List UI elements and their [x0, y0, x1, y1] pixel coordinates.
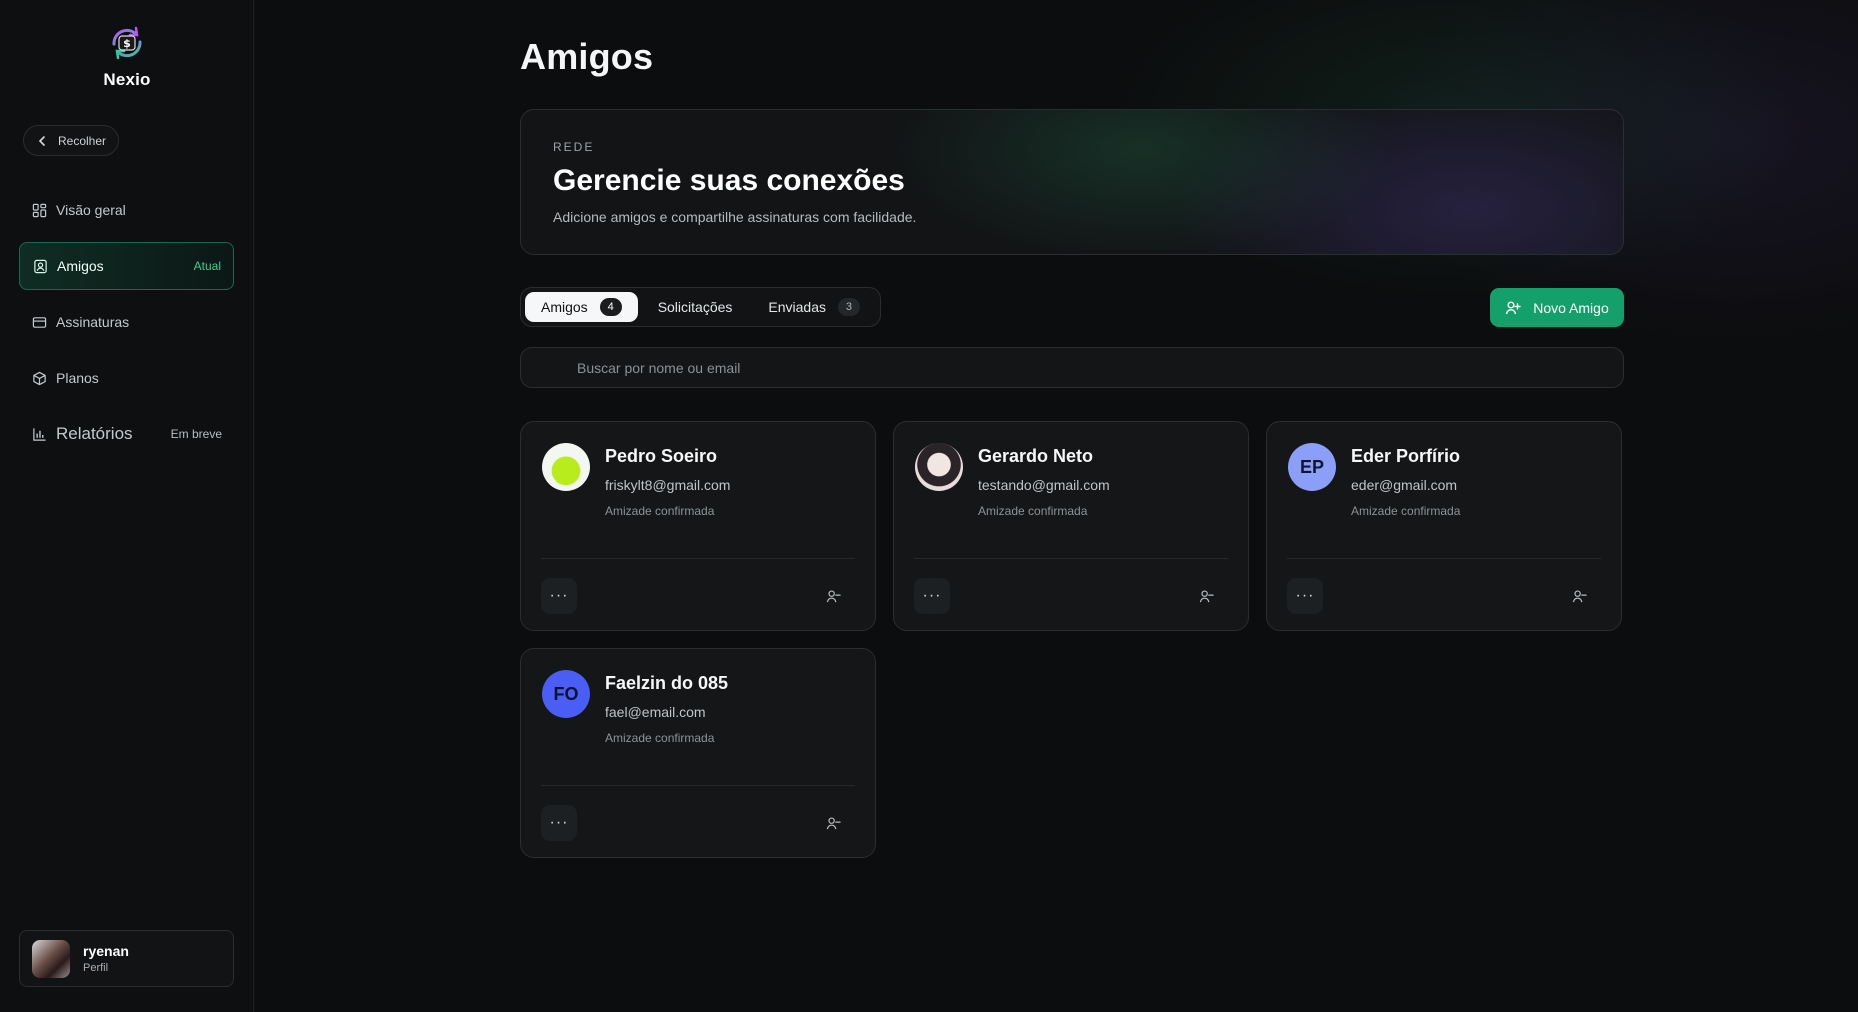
- new-friend-label: Novo Amigo: [1533, 299, 1609, 316]
- collapse-label: Recolher: [58, 133, 107, 148]
- tab-count-badge: 4: [599, 298, 622, 316]
- hero-subtitle: Adicione amigos e compartilhe assinatura…: [553, 209, 917, 225]
- dashboard-icon: [31, 202, 47, 218]
- sidebar-item-label: Assinaturas: [56, 314, 130, 330]
- svg-text:$: $: [123, 37, 131, 50]
- friend-status: Amizade confirmada: [605, 504, 715, 518]
- friend-name: Gerardo Neto: [978, 446, 1094, 466]
- search-input[interactable]: [577, 348, 1623, 387]
- sidebar-item-visao-geral[interactable]: Visão geral: [19, 186, 234, 234]
- sidebar-item-label: Visão geral: [56, 202, 126, 218]
- credit-card-icon: [31, 314, 47, 330]
- sidebar-item-relatorios[interactable]: Relatórios Em breve: [19, 410, 234, 458]
- avatar: [915, 443, 963, 491]
- divider: [914, 558, 1228, 559]
- user-plus-icon: [1506, 301, 1521, 314]
- search-bar: [520, 347, 1624, 388]
- more-options-button[interactable]: ···: [541, 805, 577, 841]
- friend-email: fael@email.com: [605, 704, 706, 720]
- tab-label: Amigos: [541, 299, 588, 315]
- divider: [541, 558, 855, 559]
- friend-email: eder@gmail.com: [1351, 477, 1458, 493]
- avatar: EP: [1288, 443, 1336, 491]
- friend-name: Faelzin do 085: [605, 673, 729, 693]
- brand: $ Nexio: [0, 22, 254, 90]
- user-minus-icon: [1572, 589, 1587, 602]
- hero-title: Gerencie suas conexões: [553, 164, 905, 197]
- tab-amigos[interactable]: Amigos 4: [525, 292, 638, 322]
- more-options-button[interactable]: ···: [541, 578, 577, 614]
- tab-bar: Amigos 4 Solicitações Enviadas 3: [520, 287, 881, 327]
- hero-kicker: REDE: [553, 140, 595, 154]
- friend-email: testando@gmail.com: [978, 477, 1110, 493]
- remove-friend-button[interactable]: [1565, 582, 1593, 610]
- new-friend-button[interactable]: Novo Amigo: [1490, 288, 1624, 327]
- friend-status: Amizade confirmada: [1351, 504, 1461, 518]
- divider: [1287, 558, 1601, 559]
- friend-card: Gerardo Neto testando@gmail.com Amizade …: [893, 421, 1249, 631]
- page-title: Amigos: [520, 36, 654, 77]
- sidebar-item-label: Relatórios: [56, 424, 133, 443]
- remove-friend-button[interactable]: [1192, 582, 1220, 610]
- ellipsis-icon: ···: [549, 814, 569, 831]
- remove-friend-button[interactable]: [819, 809, 847, 837]
- friend-status: Amizade confirmada: [978, 504, 1088, 518]
- friend-email: friskylt8@gmail.com: [605, 477, 731, 493]
- ellipsis-icon: ···: [549, 587, 569, 604]
- sidebar-item-amigos[interactable]: Amigos Atual: [19, 242, 234, 290]
- tab-enviadas[interactable]: Enviadas 3: [752, 292, 876, 322]
- brand-name: Nexio: [103, 70, 151, 89]
- tab-solicitacoes[interactable]: Solicitações: [642, 292, 749, 322]
- profile-card[interactable]: ryenan Perfil: [19, 930, 234, 987]
- sidebar-item-assinaturas[interactable]: Assinaturas: [19, 298, 234, 346]
- chevron-left-icon: [38, 135, 45, 146]
- friend-name: Eder Porfírio: [1351, 446, 1461, 466]
- avatar: [32, 939, 70, 978]
- bar-chart-icon: [31, 426, 47, 442]
- contacts-icon: [32, 258, 48, 274]
- sidebar-item-planos[interactable]: Planos: [19, 354, 234, 402]
- user-minus-icon: [1199, 589, 1214, 602]
- profile-subtitle: Perfil: [83, 962, 109, 974]
- more-options-button[interactable]: ···: [914, 578, 950, 614]
- friend-card: EP Eder Porfírio eder@gmail.com Amizade …: [1266, 421, 1622, 631]
- tab-count-badge: 3: [837, 298, 860, 316]
- sidebar-nav: Visão geral Amigos Atual Assinaturas Pla…: [19, 186, 234, 466]
- sidebar: $ Nexio Recolher Visão geral Amigos Atua…: [0, 0, 254, 1012]
- friend-card: Pedro Soeiro friskylt8@gmail.com Amizade…: [520, 421, 876, 631]
- sidebar-item-label: Planos: [56, 370, 99, 386]
- collapse-sidebar-button[interactable]: Recolher: [23, 125, 120, 156]
- current-badge: Atual: [193, 259, 221, 273]
- avatar: [542, 443, 590, 491]
- sidebar-item-label: Amigos: [57, 258, 104, 274]
- dollar-cycle-icon: $: [112, 26, 142, 60]
- friend-card: FO Faelzin do 085 fael@email.com Amizade…: [520, 648, 876, 858]
- friends-grid: Pedro Soeiro friskylt8@gmail.com Amizade…: [520, 421, 1622, 858]
- friend-status: Amizade confirmada: [605, 731, 715, 745]
- tab-label: Enviadas: [768, 299, 826, 315]
- remove-friend-button[interactable]: [819, 582, 847, 610]
- divider: [541, 785, 855, 786]
- ellipsis-icon: ···: [1295, 587, 1315, 604]
- user-minus-icon: [826, 589, 841, 602]
- more-options-button[interactable]: ···: [1287, 578, 1323, 614]
- coming-soon-badge: Em breve: [170, 427, 222, 441]
- main-content: Amigos REDE Gerencie suas conexões Adici…: [254, 0, 1858, 1012]
- profile-name: ryenan: [83, 943, 129, 959]
- tab-label: Solicitações: [657, 299, 733, 315]
- user-minus-icon: [826, 816, 841, 829]
- package-icon: [31, 370, 47, 386]
- friend-name: Pedro Soeiro: [605, 446, 718, 466]
- avatar: FO: [542, 670, 590, 718]
- hero-banner: REDE Gerencie suas conexões Adicione ami…: [520, 109, 1624, 255]
- ellipsis-icon: ···: [922, 587, 942, 604]
